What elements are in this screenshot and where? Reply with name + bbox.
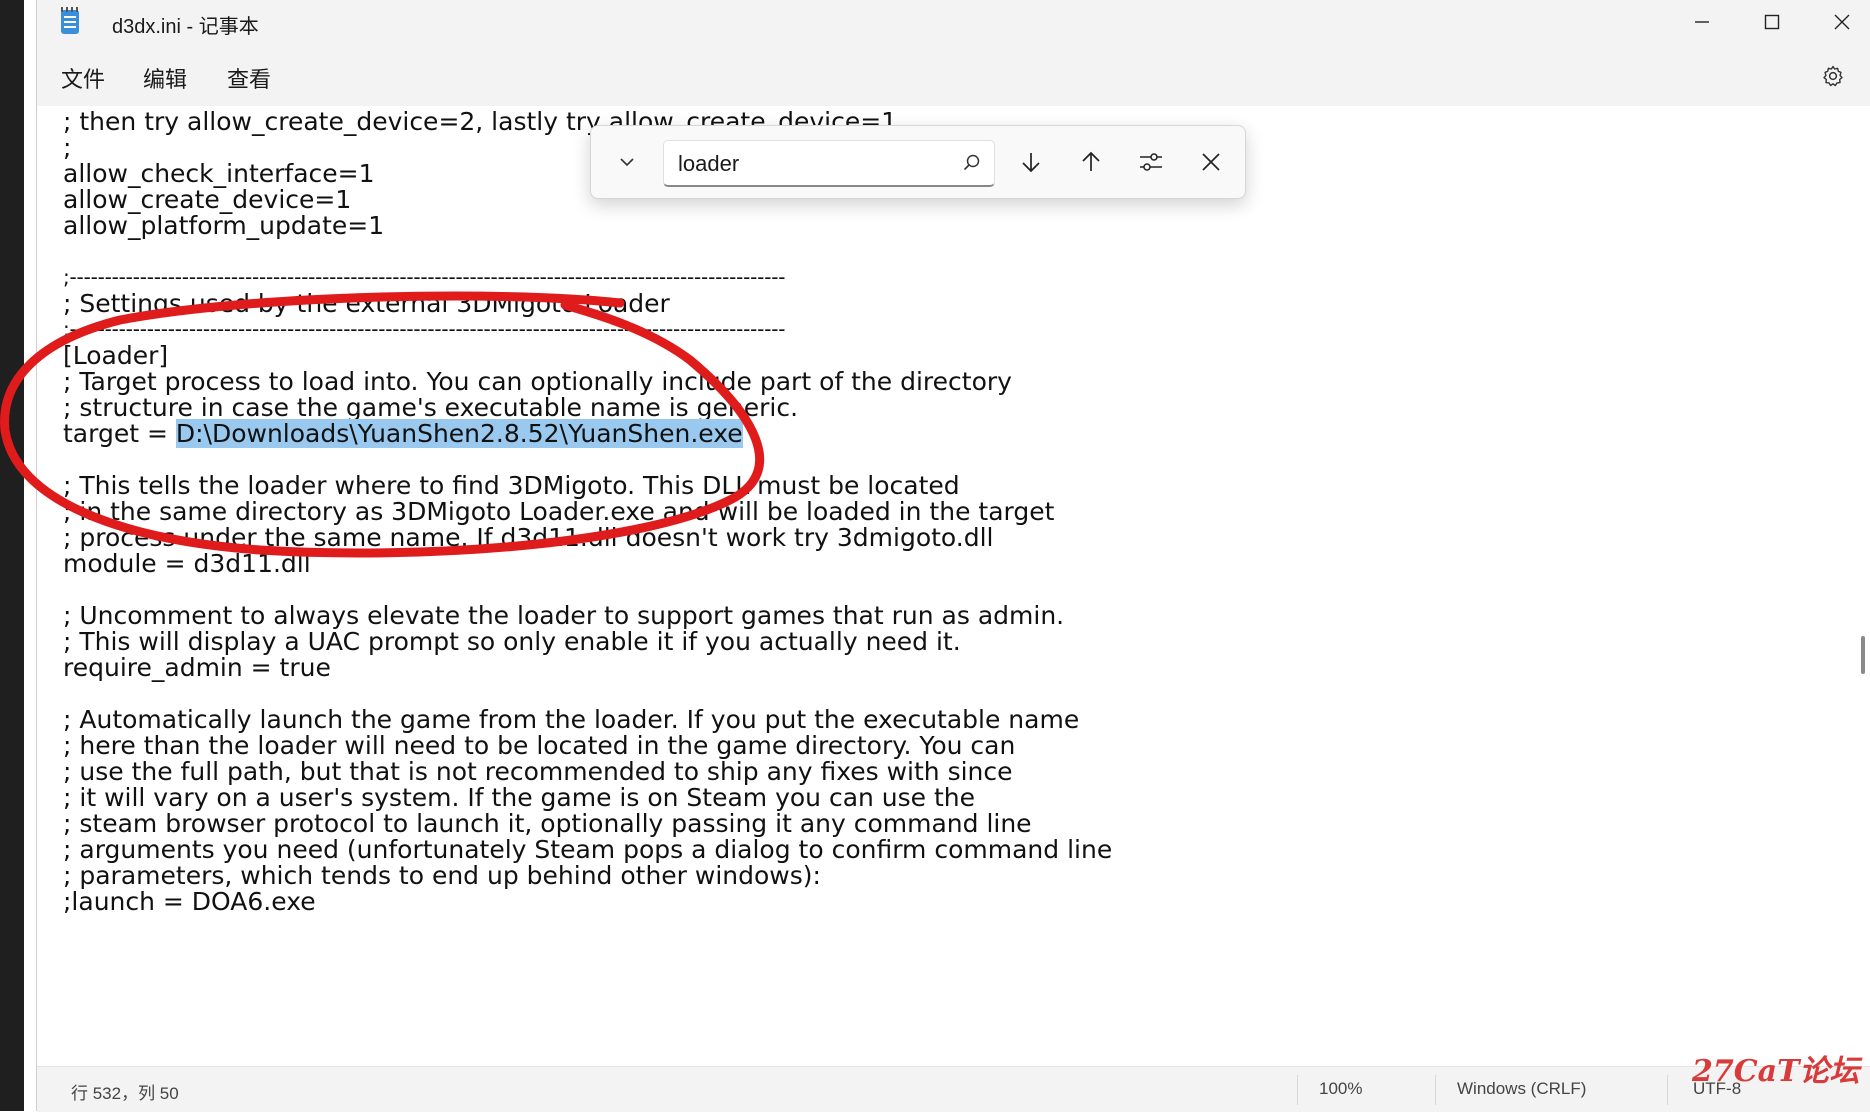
minimize-icon [1695,21,1709,23]
find-input-box [663,140,995,187]
status-divider [1667,1075,1668,1105]
title-bar[interactable]: d3dx.ini - 记事本 [37,0,1870,48]
find-bar [590,125,1246,199]
find-options-button[interactable] [1129,140,1173,184]
text-line: ;launch = DOA6.exe [63,887,316,916]
maximize-button[interactable] [1737,0,1807,44]
find-next-button[interactable] [1009,140,1053,184]
line-prefix: target = [63,419,176,448]
menu-file[interactable]: 文件 [61,62,105,94]
menu-bar: 文件 编辑 查看 [37,48,1870,106]
zoom-level[interactable]: 100% [1319,1079,1362,1099]
chevron-down-icon [620,158,634,167]
notepad-app-icon [61,7,79,34]
status-divider [1297,1075,1298,1105]
selected-text[interactable]: D:\Downloads\YuanShen2.8.52\YuanShen.exe [175,419,743,448]
watermark-logo: 27CaT论坛 [1692,1054,1860,1089]
find-input[interactable] [676,149,940,179]
background-window-strip [0,0,24,1111]
line-ending[interactable]: Windows (CRLF) [1457,1079,1586,1099]
text-line: require_admin = true [63,653,331,682]
text-editor[interactable]: ; then try allow_create_device=2, lastly… [37,106,1870,1066]
text-line: module = d3d11.dll [63,549,311,578]
close-icon [1834,14,1850,30]
status-divider [1435,1075,1436,1105]
background-editor-edge [0,0,24,1111]
search-icon [963,154,980,171]
sliders-icon [1140,153,1162,171]
window-title: d3dx.ini - 记事本 [112,16,259,38]
vertical-scrollbar-thumb[interactable] [1861,636,1865,674]
close-icon [1202,153,1220,171]
close-button[interactable] [1807,0,1870,44]
arrow-down-icon [1022,153,1040,173]
settings-button[interactable] [1817,60,1849,92]
arrow-up-icon [1082,151,1100,171]
find-previous-button[interactable] [1069,140,1113,184]
maximize-icon [1764,14,1780,30]
text-line: target = D:\Downloads\YuanShen2.8.52\Yua… [63,418,743,449]
toggle-replace-button[interactable] [609,144,645,180]
gear-icon [1823,65,1843,87]
text-line: ;---------------------------------------… [63,317,786,341]
text-line: allow_platform_update=1 [63,211,385,240]
cursor-position: 行 532，列 50 [71,1084,179,1103]
status-bar: 行 532，列 50 100% Windows (CRLF) UTF-8 [37,1066,1870,1112]
minimize-button[interactable] [1667,0,1737,44]
menu-edit[interactable]: 编辑 [143,62,187,94]
find-search-button[interactable] [958,149,986,177]
menu-view[interactable]: 查看 [227,62,271,94]
close-find-button[interactable] [1189,140,1233,184]
